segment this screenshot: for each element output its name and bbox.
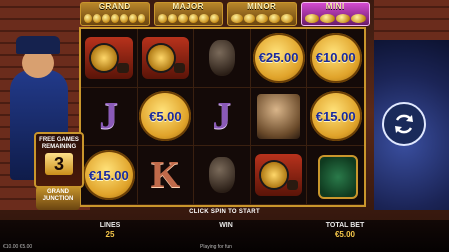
game-logo: GRAND JUNCTION (36, 186, 80, 210)
coin-value: €15.00 (88, 167, 129, 183)
coin-symbol: €5.00 (139, 91, 192, 142)
total-bet-value: €5.00 (334, 230, 356, 239)
vase-symbol (208, 157, 235, 194)
jackpot-coins (157, 14, 220, 23)
lines-value: 25 (105, 230, 115, 239)
coin-symbol: €25.00 (252, 32, 305, 83)
win-stat: WIN (208, 222, 244, 230)
reel-cell (250, 87, 308, 147)
lady-portrait-symbol (256, 93, 301, 140)
train-symbol (85, 37, 133, 79)
coin-value: €10.00 (315, 50, 356, 66)
jackpot-label: MINI (325, 2, 345, 11)
reel-cell: J (81, 87, 138, 147)
total-bet-label: TOTAL BET (325, 222, 365, 229)
jackpot-major: MAJOR (153, 2, 223, 26)
jackpot-label: MAJOR (172, 2, 204, 11)
reel-cell (194, 146, 251, 205)
coin-value: €5.00 (149, 108, 182, 124)
jackpot-mini: MINI (300, 2, 370, 26)
free-games-count: 3 (45, 153, 73, 175)
coin-value: €25.00 (258, 50, 299, 66)
reel-cell: €5.00 (137, 87, 195, 147)
coin-symbol: €15.00 (309, 91, 362, 142)
jackpot-bar: GRAND MAJOR MINOR MINI (80, 2, 370, 26)
reel-cell (137, 29, 195, 88)
letter-symbol: J (212, 95, 232, 138)
reel-cell (194, 29, 251, 88)
total-bet-stat: TOTAL BET €5.00 (322, 222, 368, 239)
reel-cell (307, 146, 364, 205)
win-label: WIN (219, 222, 233, 229)
coin-symbol: €15.00 (82, 150, 135, 201)
reel-cell: J (194, 87, 251, 147)
jackpot-label: GRAND (98, 2, 131, 11)
jackpot-grand: GRAND (80, 2, 150, 26)
game-logo-text: GRAND JUNCTION (42, 189, 74, 202)
conductor-hat (16, 36, 60, 54)
reel-cell: €15.00 (307, 88, 364, 147)
coin-symbol: €10.00 (309, 32, 362, 83)
free-games-panel: FREE GAMES REMAINING 3 (34, 132, 84, 188)
refresh-arrows-icon (395, 114, 413, 134)
letter-symbol: J (99, 95, 119, 138)
free-games-title: FREE GAMES REMAINING (39, 137, 79, 150)
spin-instruction: CLICK SPIN TO START (189, 209, 260, 215)
train-symbol (141, 37, 190, 79)
jackpot-label: MINOR (247, 2, 277, 11)
lines-stat: LINES 25 (92, 222, 128, 239)
train-symbol (254, 154, 303, 196)
jackpot-minor: MINOR (227, 2, 297, 26)
footer-balance: €10.00 €5.00 (3, 244, 33, 250)
jackpot-coins (304, 14, 366, 23)
game-scene: GRAND MAJOR MINOR MINI €25.00 €10.00 J €5.0… (0, 0, 449, 252)
reel-cell: €15.00 (81, 146, 138, 205)
reel-cell (250, 146, 308, 205)
jackpot-coins (84, 14, 146, 23)
vase-symbol (208, 39, 235, 76)
spin-button[interactable] (382, 102, 426, 146)
footer-mode: Playing for fun (200, 244, 232, 250)
badge-symbol (317, 155, 358, 200)
reel-cell (81, 29, 138, 88)
reel-cell: €25.00 (250, 29, 308, 88)
coin-value: €15.00 (315, 108, 356, 124)
reel-cell: €10.00 (307, 29, 364, 88)
jackpot-coins (231, 14, 293, 23)
letter-symbol: K (150, 154, 181, 197)
reel-cell: K (137, 146, 195, 205)
lines-label: LINES (99, 222, 121, 229)
reel-grid: €25.00 €10.00 J €5.00 J €15.00 €15.00 K (79, 27, 366, 207)
